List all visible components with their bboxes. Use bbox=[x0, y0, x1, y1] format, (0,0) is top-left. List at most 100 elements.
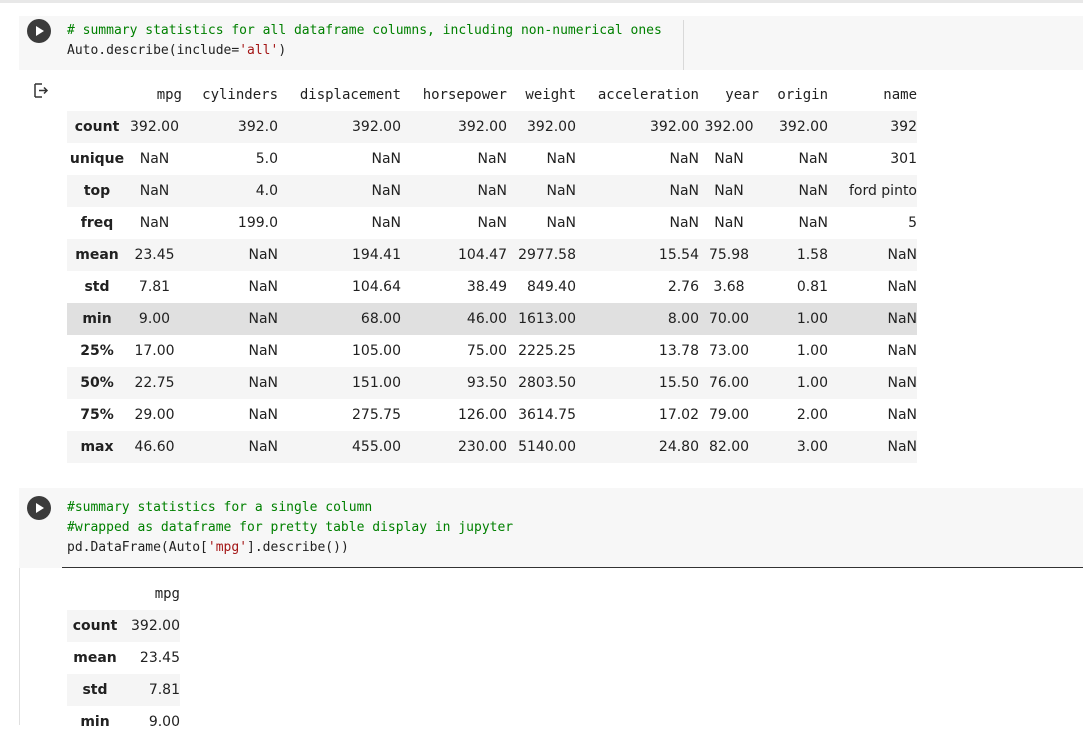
table-cell: 73.00 bbox=[708, 343, 750, 359]
code-text: Auto.describe(include= bbox=[67, 43, 240, 58]
code-comment: # summary statistics for all dataframe c… bbox=[67, 23, 662, 38]
table-row: count 392.00 bbox=[67, 610, 180, 642]
column-header: mpg bbox=[156, 87, 182, 103]
table-cell: 13.78 bbox=[658, 343, 699, 359]
table-cell: 70.00 bbox=[699, 303, 759, 335]
table-cell: 2803.50 bbox=[507, 367, 576, 399]
column-header: year bbox=[725, 87, 759, 103]
table-cell: 9.00 bbox=[127, 303, 182, 335]
code-editor-1[interactable]: # summary statistics for all dataframe c… bbox=[67, 21, 662, 61]
table-cell: NaN bbox=[248, 279, 278, 295]
table-cell: 392.00 bbox=[576, 111, 699, 143]
table-cell: 0.81 bbox=[796, 279, 828, 295]
output-arrow-icon[interactable] bbox=[32, 82, 50, 100]
table-cell: NaN bbox=[828, 239, 917, 271]
table-cell: 22.75 bbox=[127, 367, 182, 399]
table-cell: 5.0 bbox=[255, 151, 278, 167]
row-index-label: mean bbox=[73, 650, 117, 666]
code-text: ].describe()) bbox=[247, 540, 349, 555]
row-index-label: freq bbox=[80, 215, 114, 231]
cell-divider bbox=[683, 20, 684, 70]
table-cell: 46.00 bbox=[401, 303, 507, 335]
column-header: displacement bbox=[299, 87, 401, 103]
table-row: count 392.00 392.0 392.00 392.00 392.00 392.00… bbox=[67, 111, 917, 143]
table-cell: NaN bbox=[759, 175, 828, 207]
table-row: std 7.81 NaN 104.64 38.49 849.40 2.76 3.68 0.81 N… bbox=[67, 271, 917, 303]
row-index-label: top bbox=[67, 175, 127, 207]
table-row: std 7.81 bbox=[67, 674, 180, 706]
run-cell-2-button[interactable] bbox=[27, 496, 51, 520]
table-cell: NaN bbox=[798, 215, 828, 231]
table-cell: 82.00 bbox=[699, 431, 759, 463]
row-index-label: unique bbox=[69, 151, 125, 167]
table-cell: NaN bbox=[477, 215, 507, 231]
code-text: pd.DataFrame(Auto[ bbox=[67, 540, 208, 555]
table-cell: NaN bbox=[182, 303, 278, 335]
code-editor-2[interactable]: #summary statistics for a single column … bbox=[67, 498, 513, 558]
run-cell-1-button[interactable] bbox=[27, 19, 51, 43]
table-cell: 46.60 bbox=[127, 431, 182, 463]
table-cell: NaN bbox=[798, 151, 828, 167]
table-cell: 17.00 bbox=[134, 343, 175, 359]
table-cell: 4.0 bbox=[182, 175, 278, 207]
row-index-label: std bbox=[84, 279, 110, 295]
table-cell: 5 bbox=[908, 215, 917, 231]
table-cell: 392.0 bbox=[182, 111, 278, 143]
table-cell: 392.00 bbox=[699, 111, 759, 143]
table-cell: 1613.00 bbox=[507, 303, 576, 335]
table-row: 25% 17.00 NaN 105.00 75.00 2225.25 13.78 73.00 1… bbox=[67, 335, 917, 367]
table-cell: NaN bbox=[371, 215, 401, 231]
code-comment: #wrapped as dataframe for pretty table d… bbox=[67, 520, 514, 535]
table-cell: 392.00 bbox=[507, 111, 576, 143]
table-cell: 230.00 bbox=[401, 431, 507, 463]
column-header: mpg bbox=[154, 586, 180, 602]
table-cell: NaN bbox=[182, 367, 278, 399]
table-cell: NaN bbox=[477, 151, 507, 167]
row-index-label: max bbox=[67, 431, 127, 463]
table-cell: NaN bbox=[669, 215, 699, 231]
table-cell: 9.00 bbox=[148, 714, 180, 730]
table-cell: 105.00 bbox=[352, 343, 401, 359]
row-index-label: count bbox=[67, 610, 123, 642]
index-header bbox=[67, 79, 127, 111]
table-row: mean 23.45 bbox=[67, 642, 180, 674]
table-cell: 38.49 bbox=[466, 279, 507, 295]
table-cell: 23.45 bbox=[127, 239, 182, 271]
table-cell: 7.81 bbox=[123, 674, 180, 706]
table-cell: 3614.75 bbox=[518, 407, 576, 423]
table-cell: NaN bbox=[546, 215, 576, 231]
table-cell: NaN bbox=[828, 367, 917, 399]
table-cell: 199.0 bbox=[237, 215, 278, 231]
table-cell: NaN bbox=[714, 151, 744, 167]
code-string: 'all' bbox=[239, 43, 279, 58]
table-cell: 5140.00 bbox=[507, 431, 576, 463]
table-cell: NaN bbox=[139, 151, 170, 167]
table-cell: NaN bbox=[828, 303, 917, 335]
top-border bbox=[0, 0, 1083, 3]
index-header bbox=[67, 578, 123, 610]
table-cell: 301 bbox=[890, 151, 917, 167]
table-cell: NaN bbox=[182, 239, 278, 271]
table-cell: 29.00 bbox=[134, 407, 175, 423]
table-cell: NaN bbox=[699, 175, 759, 207]
table-cell: NaN bbox=[182, 431, 278, 463]
table-cell: 1.00 bbox=[759, 367, 828, 399]
row-index-label: min bbox=[67, 303, 127, 335]
row-index-label: 50% bbox=[67, 367, 127, 399]
table-cell: 2.76 bbox=[667, 279, 699, 295]
table-cell: NaN bbox=[669, 151, 699, 167]
code-comment: #summary statistics for a single column bbox=[67, 500, 373, 515]
table-cell: NaN bbox=[828, 431, 917, 463]
table-cell: 75.00 bbox=[466, 343, 507, 359]
table-cell: 93.50 bbox=[401, 367, 507, 399]
code-text: ) bbox=[278, 43, 287, 58]
table-cell: 2225.25 bbox=[518, 343, 576, 359]
table-cell: 79.00 bbox=[708, 407, 750, 423]
table-cell: 1.00 bbox=[759, 303, 828, 335]
row-index-label: 75% bbox=[80, 407, 114, 423]
mpg-describe-table: mpg count 392.00 mean 23.45 std 7.81 min 9.00 bbox=[67, 578, 180, 738]
table-cell: 194.41 bbox=[278, 239, 401, 271]
cell-underline bbox=[62, 567, 1083, 568]
table-cell: 849.40 bbox=[527, 279, 576, 295]
table-cell: 23.45 bbox=[139, 650, 180, 666]
